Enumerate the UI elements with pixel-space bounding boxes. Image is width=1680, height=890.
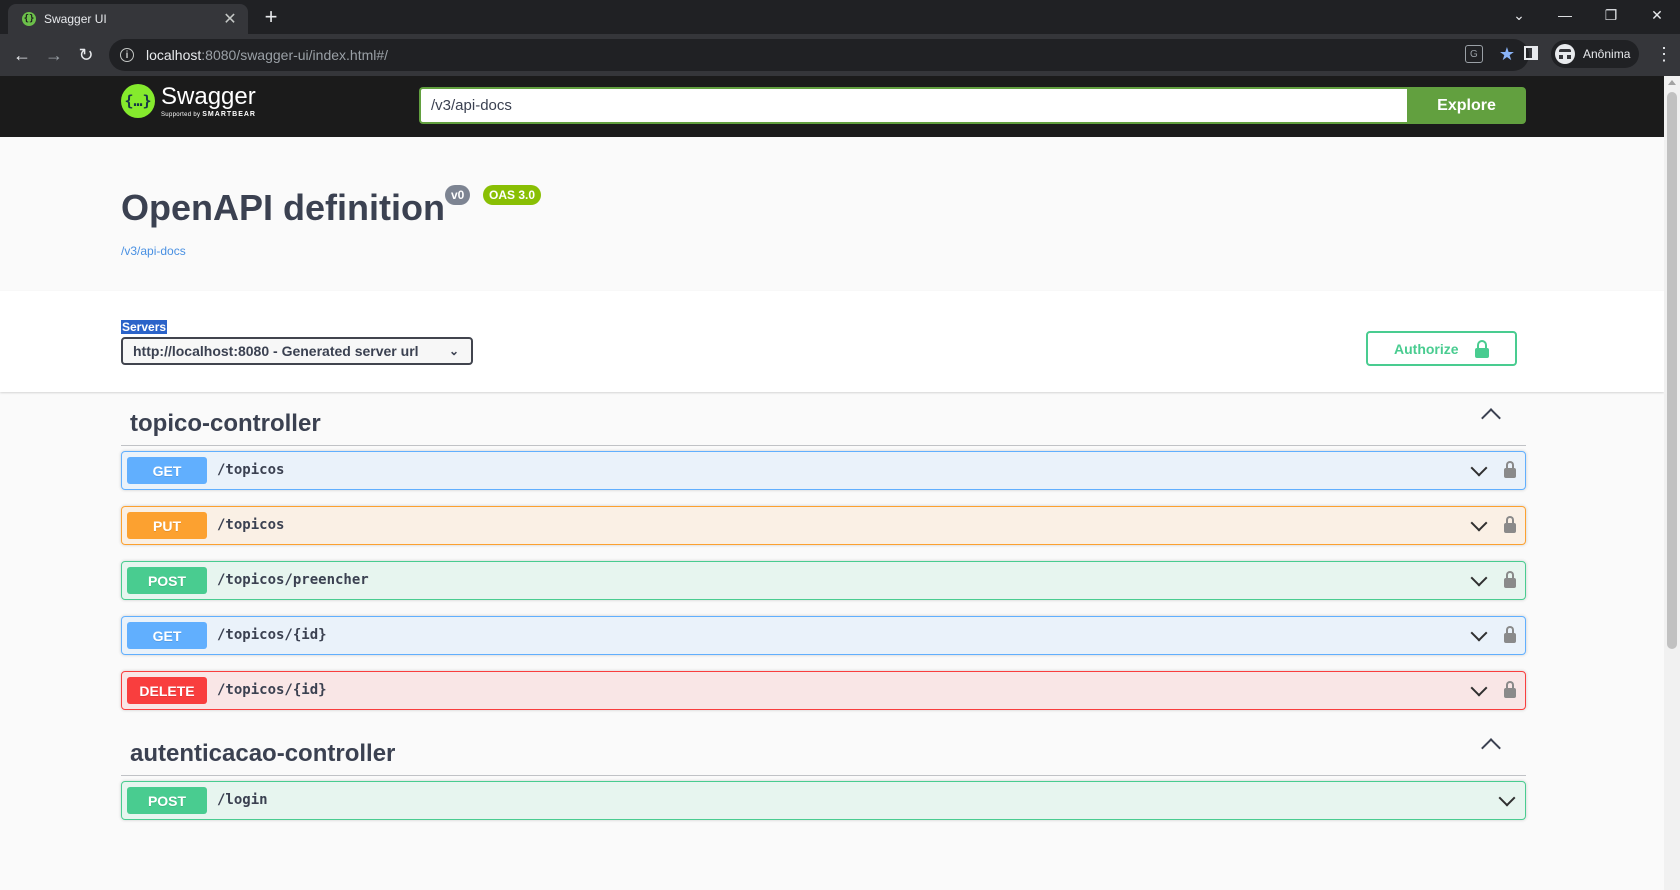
chevron-up-icon[interactable] xyxy=(1481,408,1501,428)
servers-selected-value: http://localhost:8080 - Generated server… xyxy=(133,343,419,359)
side-panel-icon[interactable] xyxy=(1524,46,1538,60)
logo-smartbear: SMARTBEAR xyxy=(202,110,256,118)
spec-link[interactable]: /v3/api-docs xyxy=(121,244,186,258)
chevron-down-icon[interactable] xyxy=(1470,569,1488,587)
logo-supported-by: Supported by xyxy=(161,111,201,118)
page-viewport: {…} Swagger Supported by SMARTBEAR /v3/a… xyxy=(0,76,1664,890)
chevron-down-icon[interactable] xyxy=(1470,459,1488,477)
incognito-icon xyxy=(1555,44,1575,64)
operation-post-topicos-preencher[interactable]: POST /topicos/preencher xyxy=(121,561,1526,600)
explore-button[interactable]: Explore xyxy=(1407,87,1526,124)
scroll-thumb[interactable] xyxy=(1667,92,1677,649)
tab-title: Swagger UI xyxy=(44,12,107,26)
tag-header-topico-controller[interactable]: topico-controller xyxy=(121,397,1526,446)
authorize-button[interactable]: Authorize xyxy=(1366,331,1517,366)
operation-path: /topicos xyxy=(217,517,285,533)
method-badge: POST xyxy=(127,787,207,814)
new-tab-button[interactable]: + xyxy=(258,4,284,30)
operation-path: /topicos xyxy=(217,462,285,478)
authorize-label: Authorize xyxy=(1394,340,1459,357)
lock-icon[interactable] xyxy=(1504,626,1516,643)
chevron-down-icon: ⌄ xyxy=(448,344,459,358)
servers-select[interactable]: http://localhost:8080 - Generated server… xyxy=(121,337,473,365)
operation-get-topicos-id[interactable]: GET /topicos/{id} xyxy=(121,616,1526,655)
operation-path: /topicos/{id} xyxy=(217,627,327,643)
tag-name: topico-controller xyxy=(130,410,321,437)
minimize-icon[interactable]: — xyxy=(1542,0,1588,30)
method-badge: POST xyxy=(127,567,207,594)
servers-label: Servers xyxy=(121,320,168,334)
profile-button[interactable]: Anônima xyxy=(1551,40,1639,68)
method-badge: GET xyxy=(127,622,207,649)
translate-icon[interactable]: G xyxy=(1464,45,1483,63)
back-icon[interactable]: ← xyxy=(8,41,36,69)
method-badge: GET xyxy=(127,457,207,484)
chevron-down-icon[interactable] xyxy=(1498,789,1516,807)
address-bar[interactable]: i localhost:8080/swagger-ui/index.html#/… xyxy=(109,39,1529,71)
swagger-topbar: {…} Swagger Supported by SMARTBEAR /v3/a… xyxy=(0,76,1664,137)
tag-header-autenticacao-controller[interactable]: autenticacao-controller xyxy=(121,727,1526,776)
lock-icon[interactable] xyxy=(1504,461,1516,478)
scroll-up-arrow-icon[interactable] xyxy=(1668,80,1676,85)
explore-form: /v3/api-docs Explore xyxy=(419,87,1526,124)
profile-label: Anônima xyxy=(1583,47,1631,61)
logo-name: Swagger xyxy=(161,82,256,110)
operation-path: /topicos/{id} xyxy=(217,682,327,698)
operation-delete-topicos-id[interactable]: DELETE /topicos/{id} xyxy=(121,671,1526,710)
servers-container: Servers http://localhost:8080 - Generate… xyxy=(0,291,1664,392)
url-host: localhost xyxy=(146,47,202,63)
reload-icon[interactable]: ↻ xyxy=(72,41,100,69)
operation-path: /topicos/preencher xyxy=(217,572,369,588)
browser-menu-icon[interactable]: ⋮ xyxy=(1655,43,1673,65)
lock-icon[interactable] xyxy=(1504,681,1516,698)
page-title: OpenAPI definition xyxy=(121,187,445,228)
api-info: OpenAPI definition v0 OAS 3.0 xyxy=(0,137,1664,291)
window-controls: ⌄ — ❐ ✕ xyxy=(1496,0,1680,30)
browser-tab[interactable]: {} Swagger UI ✕ xyxy=(8,4,248,34)
api-url-input[interactable]: /v3/api-docs xyxy=(419,87,1407,124)
operation-post-login[interactable]: POST /login xyxy=(121,781,1526,820)
oas-badge: OAS 3.0 xyxy=(483,185,542,205)
unlocked-icon xyxy=(1474,339,1489,358)
tag-name: autenticacao-controller xyxy=(130,740,396,767)
bookmark-star-icon[interactable]: ★ xyxy=(1499,45,1515,63)
operation-get-topicos[interactable]: GET /topicos xyxy=(121,451,1526,490)
swagger-favicon-icon: {} xyxy=(22,12,36,26)
chevron-down-icon[interactable] xyxy=(1470,679,1488,697)
method-badge: PUT xyxy=(127,512,207,539)
method-badge: DELETE xyxy=(127,677,207,704)
swagger-logo-icon: {…} xyxy=(121,84,155,118)
chevron-down-icon[interactable] xyxy=(1470,514,1488,532)
browser-toolbar: ← → ↻ i localhost:8080/swagger-ui/index.… xyxy=(0,34,1680,76)
site-info-icon[interactable]: i xyxy=(120,48,134,62)
url-path: :8080/swagger-ui/index.html#/ xyxy=(201,47,389,63)
browser-tab-bar: {} Swagger UI ✕ + ⌄ — ❐ ✕ xyxy=(0,0,1680,34)
close-window-icon[interactable]: ✕ xyxy=(1634,0,1680,30)
page-scrollbar[interactable] xyxy=(1664,76,1680,890)
operation-put-topicos[interactable]: PUT /topicos xyxy=(121,506,1526,545)
lock-icon[interactable] xyxy=(1504,571,1516,588)
chevron-down-icon[interactable] xyxy=(1470,624,1488,642)
chevron-up-icon[interactable] xyxy=(1481,738,1501,758)
swagger-logo[interactable]: {…} Swagger Supported by SMARTBEAR xyxy=(121,84,256,118)
restore-icon[interactable]: ❐ xyxy=(1588,0,1634,30)
forward-icon[interactable]: → xyxy=(40,41,68,69)
version-badge: v0 xyxy=(445,185,471,205)
tab-search-icon[interactable]: ⌄ xyxy=(1496,0,1542,30)
operation-path: /login xyxy=(217,792,268,808)
tab-close-icon[interactable]: ✕ xyxy=(218,9,242,29)
lock-icon[interactable] xyxy=(1504,516,1516,533)
